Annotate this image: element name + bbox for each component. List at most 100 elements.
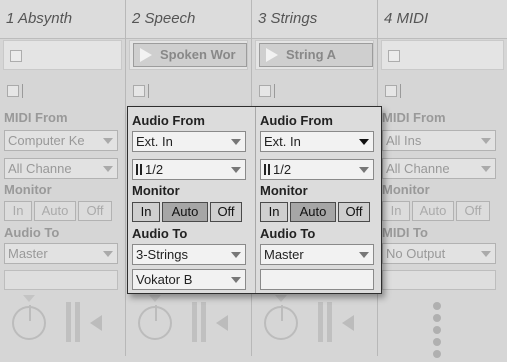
- empty-strip: [382, 270, 496, 290]
- clip-stop-icon[interactable]: [385, 85, 397, 97]
- clip-button[interactable]: Spoken Wor: [133, 43, 247, 67]
- chooser-value: All Channe: [386, 161, 450, 176]
- chooser-value: No Output: [386, 246, 446, 261]
- chooser-value: All Ins: [386, 133, 422, 148]
- clip-slot[interactable]: Spoken Wor: [129, 40, 248, 70]
- pan-indicator-icon: [149, 295, 161, 302]
- input-channel-chooser[interactable]: 1/2: [260, 159, 374, 180]
- clip-slot[interactable]: String A: [255, 40, 374, 70]
- clip-slot[interactable]: [3, 40, 122, 70]
- speaker-icon[interactable]: [342, 315, 354, 331]
- midi-channel-chooser[interactable]: All Channe: [382, 158, 496, 179]
- audio-to-chooser[interactable]: Master: [4, 243, 118, 264]
- monitor-in-button[interactable]: In: [260, 202, 288, 222]
- monitor-buttons: In Auto Off: [4, 201, 122, 221]
- dropdown-arrow-icon: [103, 166, 113, 172]
- monitor-in-button[interactable]: In: [382, 201, 410, 221]
- monitor-auto-button[interactable]: Auto: [290, 202, 336, 222]
- track-1: 1 Absynth MIDI From Computer Ke All Chan…: [0, 0, 126, 356]
- speaker-icon[interactable]: [90, 315, 102, 331]
- midi-to-chooser[interactable]: No Output: [382, 243, 496, 264]
- chooser-value: 1/2: [145, 162, 164, 177]
- monitor-label: Monitor: [4, 182, 52, 197]
- monitor-off-button[interactable]: Off: [456, 201, 490, 221]
- monitor-label: Monitor: [260, 183, 308, 198]
- monitor-label: Monitor: [382, 182, 430, 197]
- monitor-buttons: In Auto Off: [260, 202, 372, 222]
- pan-knob-icon[interactable]: [12, 305, 46, 340]
- meter-icon: [75, 302, 80, 342]
- divider: [22, 84, 23, 98]
- clip-name: String A: [286, 47, 337, 62]
- drag-dots-icon[interactable]: [433, 302, 443, 362]
- pan-knob-icon[interactable]: [264, 305, 298, 340]
- monitor-auto-button[interactable]: Auto: [162, 202, 208, 222]
- empty-strip: [4, 270, 118, 290]
- popup-column-speech: Audio From Ext. In 1/2 Monitor In Auto O…: [128, 107, 255, 293]
- output-sub-chooser[interactable]: [260, 269, 374, 290]
- track-title[interactable]: 3 Strings: [252, 0, 377, 39]
- chooser-value: 1/2: [273, 162, 292, 177]
- stereo-icon: [136, 164, 142, 175]
- chooser-value: Master: [264, 247, 304, 262]
- chooser-value: 3-Strings: [136, 247, 189, 262]
- chooser-value: Ext. In: [264, 134, 301, 149]
- monitor-label: Monitor: [132, 183, 180, 198]
- audio-from-label: Audio From: [132, 113, 205, 128]
- monitor-in-button[interactable]: In: [4, 201, 32, 221]
- stop-square-icon[interactable]: [388, 50, 400, 62]
- midi-from-label: MIDI From: [382, 110, 446, 125]
- monitor-in-button[interactable]: In: [132, 202, 160, 222]
- meter-icon: [318, 302, 323, 342]
- clip-slot[interactable]: [381, 40, 504, 70]
- audio-from-chooser[interactable]: Ext. In: [132, 131, 246, 152]
- dropdown-arrow-icon: [481, 166, 491, 172]
- clip-button[interactable]: String A: [259, 43, 373, 67]
- divider: [148, 84, 149, 98]
- monitor-auto-button[interactable]: Auto: [34, 201, 76, 221]
- chooser-value: Computer Ke: [8, 133, 85, 148]
- track-title[interactable]: 2 Speech: [126, 0, 251, 39]
- chooser-value: Ext. In: [136, 134, 173, 149]
- speaker-icon[interactable]: [216, 315, 228, 331]
- chooser-value: All Channe: [8, 161, 72, 176]
- clip-stop-icon[interactable]: [7, 85, 19, 97]
- pan-knob-icon[interactable]: [138, 305, 172, 340]
- meter-icon: [327, 302, 332, 342]
- monitor-off-button[interactable]: Off: [210, 202, 242, 222]
- audio-from-chooser[interactable]: Ext. In: [260, 131, 374, 152]
- audio-from-label: Audio From: [260, 113, 333, 128]
- input-channel-chooser[interactable]: 1/2: [132, 159, 246, 180]
- pan-indicator-icon: [275, 295, 287, 302]
- divider: [400, 84, 401, 98]
- track-title[interactable]: 1 Absynth: [0, 0, 125, 39]
- pan-indicator-icon: [23, 295, 35, 302]
- chooser-value: Master: [8, 246, 48, 261]
- monitor-auto-button[interactable]: Auto: [412, 201, 454, 221]
- stereo-icon: [264, 164, 270, 175]
- meter-icon: [201, 302, 206, 342]
- monitor-off-button[interactable]: Off: [78, 201, 112, 221]
- audio-to-chooser[interactable]: 3-Strings: [132, 244, 246, 265]
- clip-stop-icon[interactable]: [259, 85, 271, 97]
- midi-from-chooser[interactable]: Computer Ke: [4, 130, 118, 151]
- monitor-off-button[interactable]: Off: [338, 202, 370, 222]
- midi-channel-chooser[interactable]: All Channe: [4, 158, 118, 179]
- audio-to-chooser[interactable]: Master: [260, 244, 374, 265]
- meter-icon: [66, 302, 71, 342]
- dropdown-arrow-icon: [231, 167, 241, 173]
- dropdown-arrow-icon: [359, 139, 369, 145]
- stop-square-icon[interactable]: [10, 50, 22, 62]
- midi-from-chooser[interactable]: All Ins: [382, 130, 496, 151]
- audio-to-label: Audio To: [260, 226, 316, 241]
- monitor-buttons: In Auto Off: [382, 201, 500, 221]
- track-title[interactable]: 4 MIDI: [378, 0, 507, 39]
- dropdown-arrow-icon: [481, 138, 491, 144]
- divider: [274, 84, 275, 98]
- audio-to-label: Audio To: [132, 226, 188, 241]
- clip-stop-icon[interactable]: [133, 85, 145, 97]
- output-sub-chooser[interactable]: Vokator B: [132, 269, 246, 290]
- audio-to-label: Audio To: [4, 225, 60, 240]
- dropdown-arrow-icon: [231, 277, 241, 283]
- play-triangle-icon: [140, 48, 152, 62]
